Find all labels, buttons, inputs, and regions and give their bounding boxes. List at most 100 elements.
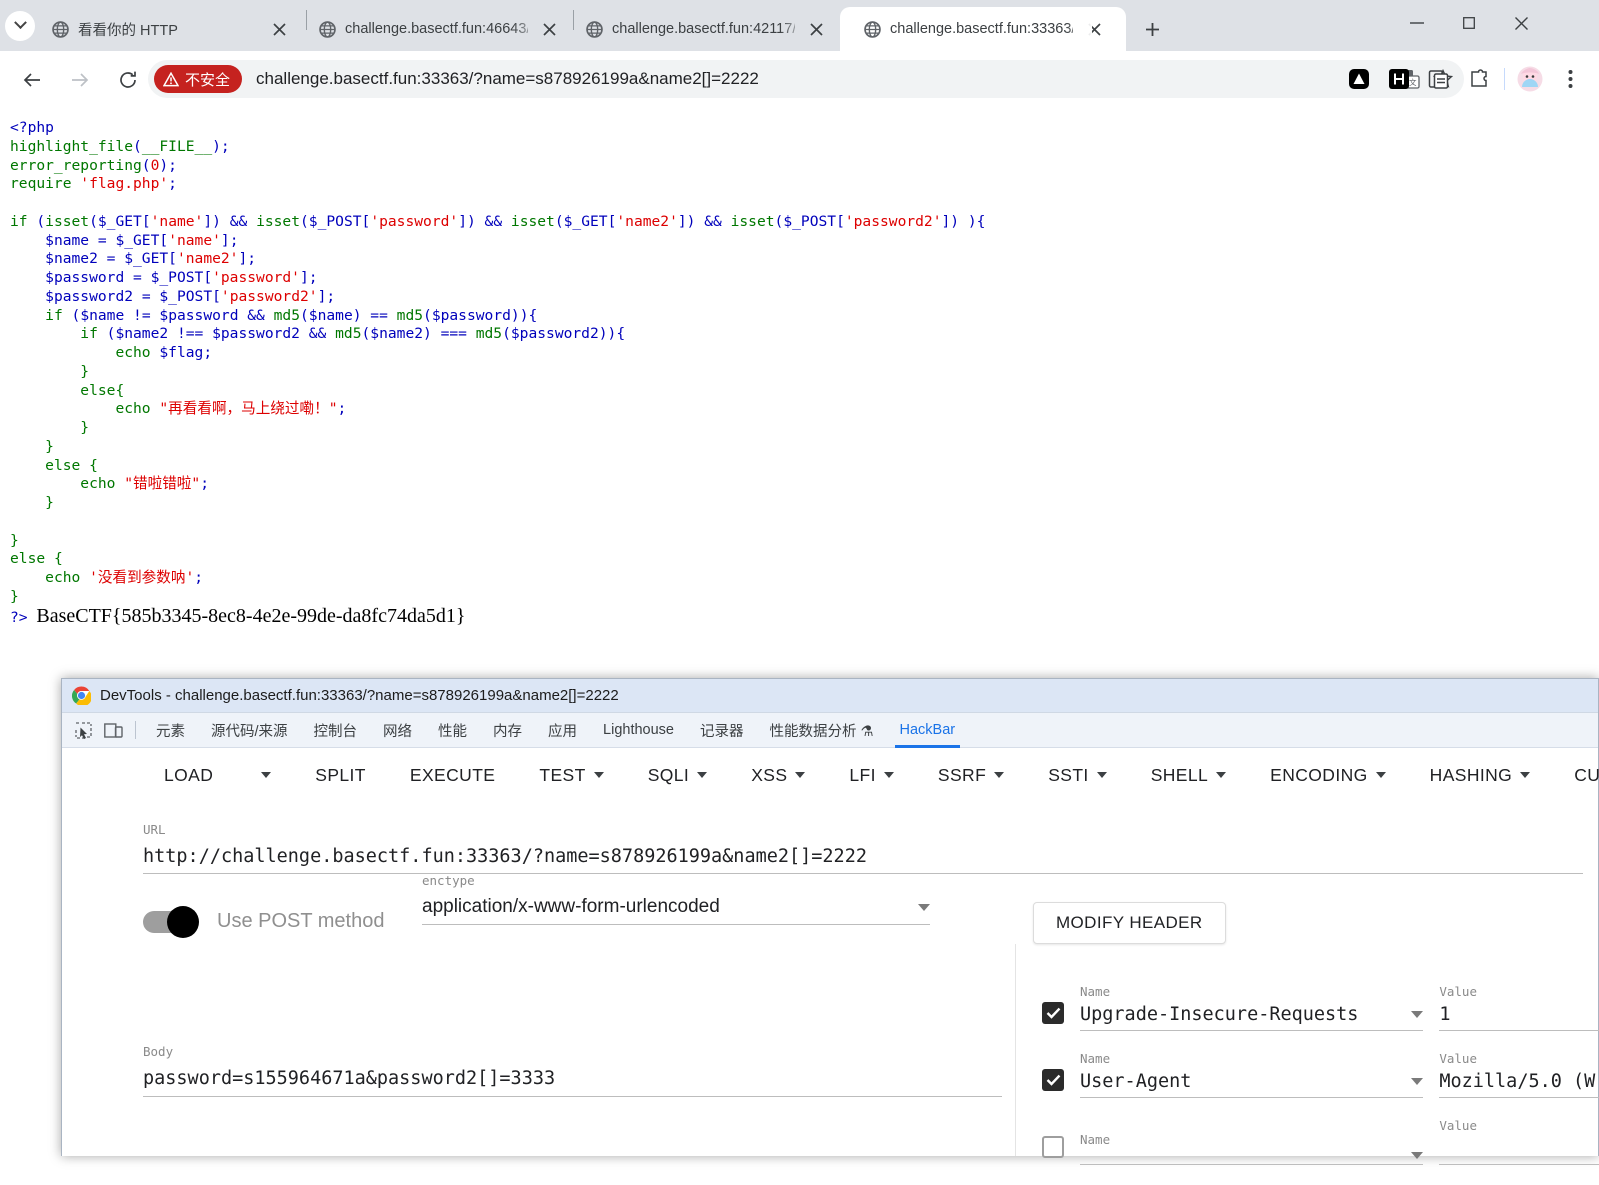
code-token: md5	[274, 307, 300, 324]
url-input[interactable]: http://challenge.basectf.fun:33363/?name…	[143, 837, 1583, 874]
extensions-puzzle-icon[interactable]	[1464, 64, 1494, 94]
inspect-element-icon[interactable]	[68, 716, 98, 744]
forward-button[interactable]	[60, 60, 100, 100]
devtools-tab-5[interactable]: 性能	[425, 713, 480, 748]
window-maximize-button[interactable]	[1443, 0, 1495, 46]
hackbar-button-lfi[interactable]: LFI	[827, 755, 916, 795]
window-minimize-button[interactable]	[1391, 0, 1443, 46]
hackbar-button-shell[interactable]: SHELL	[1129, 755, 1248, 795]
header-value-label: Value	[1439, 984, 1599, 999]
devtools-tab-1[interactable]: 元素	[143, 713, 198, 748]
header-value-field[interactable]: ValueMozilla/5.0 (W	[1439, 1051, 1599, 1098]
use-post-method-toggle[interactable]	[143, 911, 197, 933]
hackbar-button-test[interactable]: TEST	[517, 755, 625, 795]
extension-icon-hackbar[interactable]	[1384, 64, 1414, 94]
tab-close-icon[interactable]	[536, 16, 562, 42]
browser-tab-4-active[interactable]: challenge.basectf.fun:33363/	[840, 7, 1126, 51]
header-name-field[interactable]: NameUser-Agent	[1080, 1051, 1423, 1098]
avatar[interactable]	[1515, 64, 1545, 94]
header-enabled-checkbox[interactable]	[1042, 1069, 1064, 1091]
plus-icon	[1145, 22, 1160, 37]
hackbar-button-sqli[interactable]: SQLI	[626, 755, 729, 795]
code-token: else	[80, 382, 115, 399]
code-token: $name	[309, 307, 353, 324]
code-token: }	[10, 419, 89, 436]
code-token: else	[45, 457, 89, 474]
devtools-title-text: DevTools - challenge.basectf.fun:33363/?…	[100, 687, 619, 704]
code-token: ) ===	[423, 325, 476, 342]
header-value-field[interactable]: Value1	[1439, 984, 1599, 1031]
extension-icon-copy[interactable]	[1424, 64, 1454, 94]
header-value-field[interactable]: Value	[1439, 1118, 1599, 1165]
code-token: =	[98, 250, 124, 267]
header-enabled-checkbox[interactable]	[1042, 1136, 1064, 1158]
hackbar-button-label: ENCODING	[1270, 765, 1368, 786]
panel-divider	[1015, 944, 1016, 1156]
tab-close-icon[interactable]	[266, 16, 292, 42]
body-field-label: Body	[143, 1044, 1002, 1059]
reload-button[interactable]	[108, 60, 148, 100]
caret-down-icon	[1376, 772, 1386, 778]
hackbar-button-custom[interactable]: CUSTOM	[1552, 755, 1599, 795]
devtools-tab-2[interactable]: 源代码/来源	[198, 713, 301, 748]
header-row: NameUpgrade-Insecure-Requests Value1	[1042, 984, 1599, 1031]
code-token	[10, 288, 45, 305]
hackbar-button-ssti[interactable]: SSTI	[1026, 755, 1129, 795]
code-token: $name2	[115, 325, 168, 342]
devtools-tab-10[interactable]: 性能数据分析 ⚗	[756, 713, 886, 748]
extensions-toolbar	[1344, 60, 1585, 98]
browser-tab-2[interactable]: challenge.basectf.fun:46643/	[307, 7, 573, 51]
header-name-field[interactable]: NameUpgrade-Insecure-Requests	[1080, 984, 1423, 1031]
hackbar-button-execute[interactable]: EXECUTE	[388, 755, 517, 795]
header-enabled-checkbox[interactable]	[1042, 1002, 1064, 1024]
arrow-left-icon	[22, 70, 42, 90]
modify-header-button[interactable]: MODIFY HEADER	[1033, 902, 1226, 944]
browser-tab-3[interactable]: challenge.basectf.fun:42117/	[574, 7, 840, 51]
code-token: (	[300, 307, 309, 324]
enctype-select[interactable]: application/x-www-form-urlencoded	[422, 888, 930, 925]
back-button[interactable]	[12, 60, 52, 100]
code-token: ;	[194, 569, 203, 586]
hackbar-button-label: SQLI	[648, 765, 689, 786]
security-status-badge[interactable]: 不安全	[154, 65, 242, 93]
code-token: }	[10, 532, 19, 549]
address-bar[interactable]: 不安全 challenge.basectf.fun:33363/?name=s8…	[148, 60, 1464, 98]
code-token	[10, 250, 45, 267]
hackbar-button-hashing[interactable]: HASHING	[1408, 755, 1553, 795]
devtools-tab-11[interactable]: HackBar	[887, 713, 969, 748]
hackbar-load-dropdown-button[interactable]	[239, 755, 293, 795]
hackbar-button-label: EXECUTE	[410, 765, 495, 786]
body-input[interactable]: password=s155964671a&password2[]=3333	[143, 1059, 1002, 1097]
hackbar-button-split[interactable]: SPLIT	[293, 755, 388, 795]
url-field-label: URL	[143, 822, 1583, 837]
tab-close-icon[interactable]	[803, 16, 829, 42]
code-token: $name2	[45, 250, 98, 267]
devtools-tab-8[interactable]: Lighthouse	[590, 713, 687, 748]
caret-down-icon	[884, 772, 894, 778]
code-token: =	[89, 232, 115, 249]
header-name-field[interactable]: Name	[1080, 1132, 1423, 1165]
hackbar-button-encoding[interactable]: ENCODING	[1248, 755, 1408, 795]
hackbar-button-label: TEST	[539, 765, 585, 786]
new-tab-button[interactable]	[1134, 11, 1170, 47]
enctype-label: enctype	[422, 873, 930, 888]
devtools-tab-4[interactable]: 网络	[370, 713, 425, 748]
chrome-menu-button[interactable]	[1555, 64, 1585, 94]
code-token: (	[555, 213, 564, 230]
devtools-tab-6[interactable]: 内存	[480, 713, 535, 748]
hackbar-button-load[interactable]: LOAD	[142, 755, 235, 795]
window-close-button[interactable]	[1495, 0, 1547, 46]
devtools-tab-9[interactable]: 记录器	[687, 713, 757, 748]
code-token	[10, 269, 45, 286]
hackbar-button-ssrf[interactable]: SSRF	[916, 755, 1026, 795]
hackbar-button-label: SHELL	[1151, 765, 1208, 786]
tab-close-icon[interactable]	[1081, 16, 1107, 42]
hackbar-button-xss[interactable]: XSS	[729, 755, 827, 795]
code-token: }	[10, 438, 54, 455]
extension-icon-adblock[interactable]	[1344, 64, 1374, 94]
devtools-tab-3[interactable]: 控制台	[301, 713, 371, 748]
browser-tab-1[interactable]: 看看你的 HTTP	[40, 7, 306, 51]
devtools-tab-7[interactable]: 应用	[535, 713, 590, 748]
tab-search-button[interactable]	[0, 0, 40, 51]
device-toolbar-icon[interactable]	[98, 716, 128, 744]
